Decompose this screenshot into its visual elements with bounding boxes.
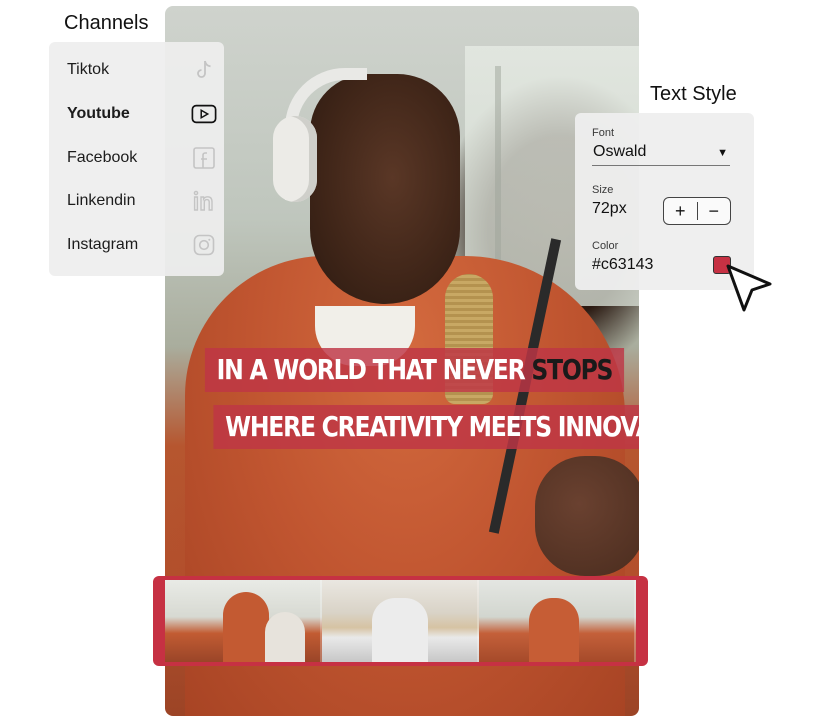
youtube-icon [191,102,217,126]
timeline-thumbnail[interactable] [165,580,322,662]
person-hands [535,456,639,576]
channel-item-youtube[interactable]: Youtube [67,101,217,127]
decrease-size-button[interactable]: − [698,198,731,224]
headphone-cup [273,116,317,202]
dropdown-arrow-icon: ▼ [717,147,728,159]
font-value: Oswald [593,143,647,160]
mouse-cursor-icon [726,264,772,312]
caption-highlight-word: STOPS [531,353,613,386]
caption-line-2-box[interactable]: WHERE CREATIVITY MEETS INNOVATION [213,405,639,449]
increase-size-button[interactable]: + [664,198,697,224]
color-label: Color [592,240,619,252]
timeline-thumbnail[interactable] [322,580,479,662]
channel-item-tiktok[interactable]: Tiktok [67,57,217,83]
timeline-strip[interactable] [153,576,648,666]
font-label: Font [592,127,615,139]
thumbnail-person [265,612,305,662]
channel-label: Youtube [67,105,130,122]
size-label: Size [592,184,614,196]
timeline-frames [165,580,636,662]
channel-label: Instagram [67,236,139,253]
channel-label: Facebook [67,149,138,166]
timeline-thumbnail[interactable] [479,580,636,662]
channel-item-instagram[interactable]: Instagram [67,232,217,258]
size-stepper[interactable]: + − [663,197,731,225]
color-value[interactable]: #c63143 [592,256,653,274]
channel-label: Tiktok [67,61,110,78]
channels-panel: Tiktok Youtube Facebook Linkendin Instag… [49,42,224,276]
caption-line-1-text: IN A WORLD THAT NEVER [216,353,532,386]
channel-item-facebook[interactable]: Facebook [67,145,217,171]
tiktok-icon [191,58,217,82]
channel-item-linkedin[interactable]: Linkendin [67,188,217,214]
channel-label: Linkendin [67,192,136,209]
facebook-icon [191,146,217,170]
text-style-title: Text Style [650,83,737,105]
caption-line-1-box[interactable]: IN A WORLD THAT NEVER STOPS [204,348,624,392]
caption-line-2[interactable]: WHERE CREATIVITY MEETS INNOVATION [165,405,639,449]
linkedin-icon [191,189,217,213]
caption-line-1[interactable]: IN A WORLD THAT NEVER STOPS [165,348,639,392]
thumbnail-person [223,592,269,662]
thumbnail-person [372,598,428,662]
instagram-icon [191,233,217,257]
font-select[interactable]: Oswald ▼ [592,143,730,166]
size-value: 72px [592,200,627,217]
channels-title: Channels [64,12,149,34]
thumbnail-person [529,598,579,662]
